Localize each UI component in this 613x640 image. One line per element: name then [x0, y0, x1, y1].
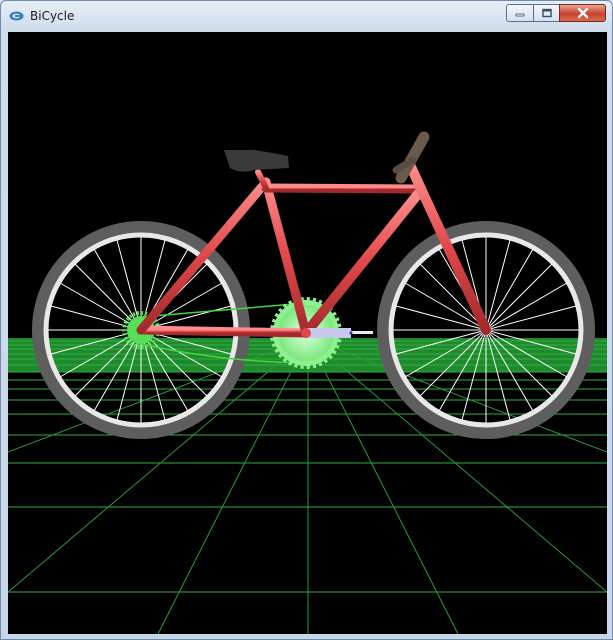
window-title: BiCycle	[30, 9, 75, 23]
pedal-crank	[301, 328, 373, 338]
handlebar	[392, 131, 430, 184]
bicycle-scene	[8, 131, 607, 634]
close-button[interactable]	[559, 4, 606, 22]
maximize-icon	[541, 8, 552, 18]
close-icon	[577, 7, 588, 19]
seat	[224, 150, 289, 172]
opengl-viewport[interactable]	[8, 32, 607, 634]
maximize-button[interactable]	[533, 4, 560, 22]
app-window: BiCycle	[0, 0, 613, 640]
minimize-button[interactable]	[506, 4, 534, 22]
ground-plane	[8, 337, 607, 634]
title-bar[interactable]: BiCycle	[1, 1, 612, 32]
minimize-icon	[515, 13, 525, 17]
opengl-app-icon	[9, 11, 24, 21]
